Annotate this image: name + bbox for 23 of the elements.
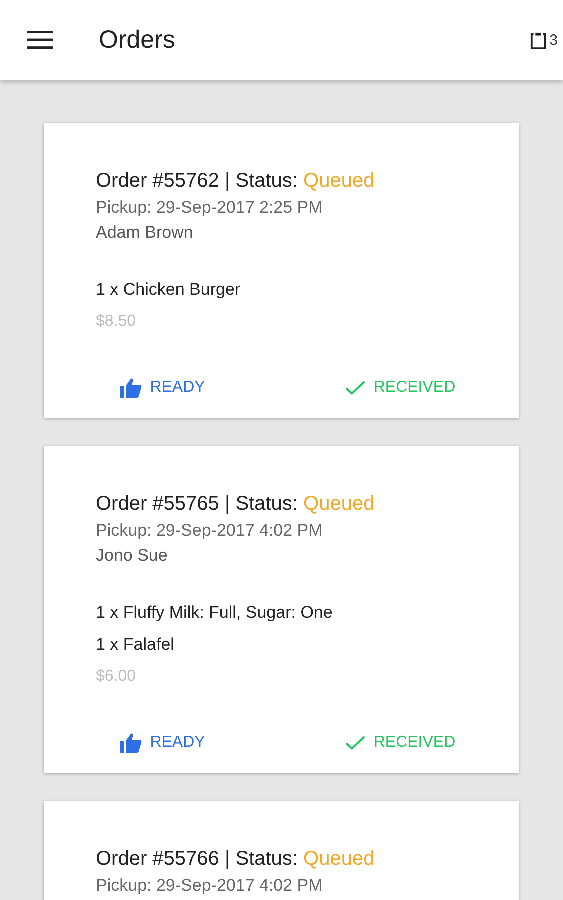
order-price: $8.50 [96, 312, 138, 332]
ready-button[interactable]: READY [114, 729, 212, 757]
order-item: 1 x Chicken Burger [96, 279, 242, 301]
screen-title: Orders [99, 26, 176, 54]
pickup-time: Pickup: 29-Sep-2017 2:25 PM [96, 197, 324, 219]
orders-count-button[interactable]: 3 [530, 30, 558, 50]
order-heading: Order #55765 | Status: Queued [96, 492, 376, 517]
pickup-time: Pickup: 29-Sep-2017 4:02 PM [96, 875, 324, 897]
order-item: 1 x Fluffy Milk: Full, Sugar: One [96, 602, 334, 624]
order-heading: Order #55762 | Status: Queued [96, 169, 376, 194]
thumbs-up-icon [120, 378, 142, 398]
order-price: $6.00 [96, 667, 138, 687]
check-icon [344, 735, 366, 751]
thumbs-up-icon [120, 733, 142, 753]
customer-name: Adam Brown [96, 222, 194, 244]
customer-name: Jono Sue [96, 545, 169, 567]
order-heading: Order #55766 | Status: Queued [96, 847, 376, 872]
order-item: 1 x Falafel [96, 634, 176, 656]
pickup-time: Pickup: 29-Sep-2017 4:02 PM [96, 520, 324, 542]
menu-icon[interactable] [27, 31, 53, 49]
ready-button[interactable]: READY [114, 374, 212, 402]
check-icon [344, 380, 366, 396]
clipboard-icon [530, 30, 547, 50]
